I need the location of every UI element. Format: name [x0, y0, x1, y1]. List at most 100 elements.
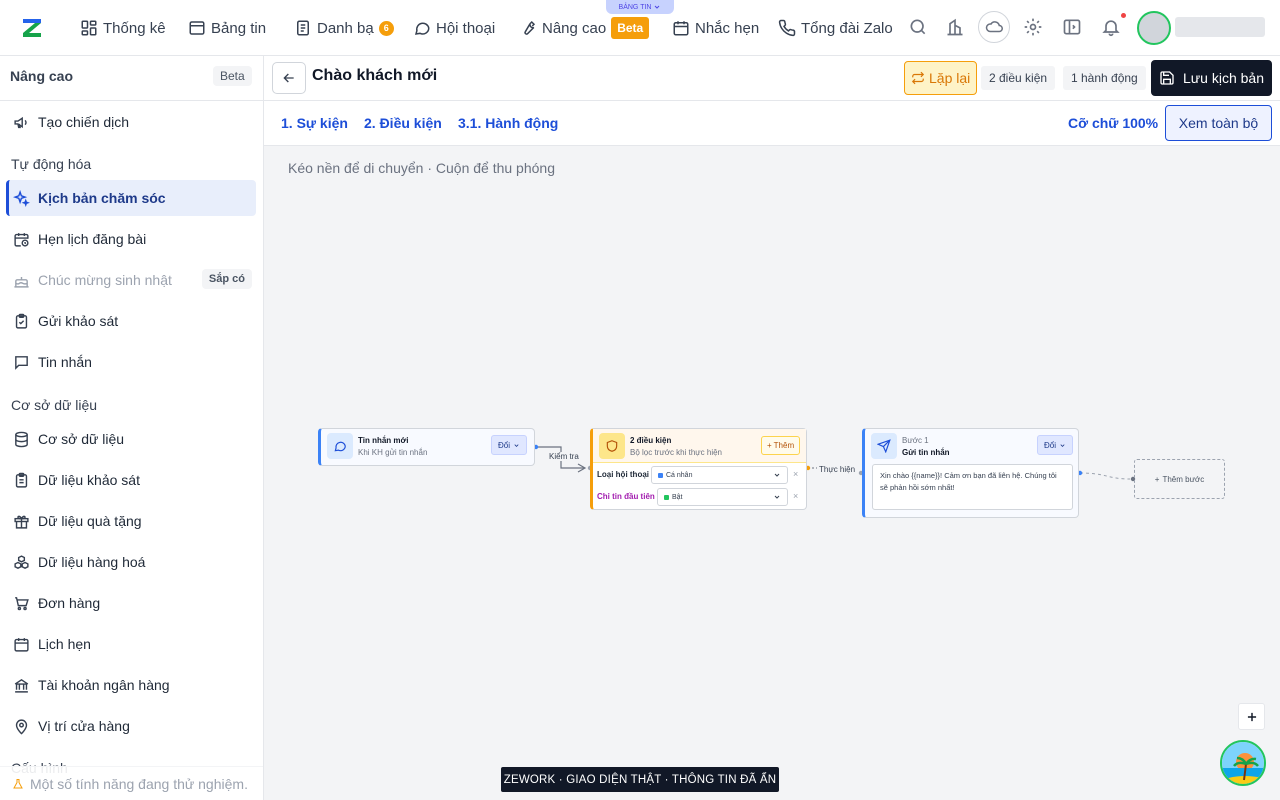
trigger-subtitle: Khi KH gửi tin nhắn — [358, 448, 428, 457]
sidebar-item-database[interactable]: Cơ sở dữ liệu — [6, 421, 256, 457]
top-nav: Thống kê Bảng tin Danh bạ 6 Hội thoại Nâ… — [0, 0, 1280, 56]
sidebar-item-label: Vị trí cửa hàng — [38, 718, 130, 734]
nav-advanced[interactable]: Nâng cao Beta — [519, 16, 650, 40]
plus-icon: + — [767, 441, 772, 450]
sidebar-item-orders[interactable]: Đơn hàng — [6, 585, 256, 621]
step-action-link[interactable]: 3.1. Hành động — [458, 115, 558, 131]
clipboard-icon — [15, 472, 28, 488]
condition-label: Chỉ tin đầu tiên — [597, 492, 655, 501]
sidebar-item-label: Tài khoản ngân hàng — [38, 677, 170, 693]
bell-icon[interactable] — [1101, 17, 1121, 37]
trigger-change-button[interactable]: Đổi — [491, 435, 528, 455]
remove-condition-icon[interactable]: × — [793, 469, 798, 479]
condition-label: Loại hội thoại — [597, 470, 649, 479]
sidebar-item-survey-data[interactable]: Dữ liệu khảo sát — [6, 462, 256, 498]
nav-advanced-label: Nâng cao — [542, 19, 607, 37]
font-size-control[interactable]: Cỡ chữ 100% — [1068, 115, 1158, 131]
actions-count-chip[interactable]: 1 hành động — [1063, 66, 1146, 90]
sidebar-item-send-survey[interactable]: Gửi khảo sát — [6, 303, 256, 339]
trigger-node-icon — [327, 433, 353, 459]
megaphone-icon — [14, 116, 27, 128]
add-condition-button[interactable]: + Thêm — [761, 436, 801, 455]
sidebar-item-messages[interactable]: Tin nhắn — [6, 344, 256, 380]
nav-reminders[interactable]: Nhắc hẹn — [672, 16, 759, 40]
sidebar-item-goods-data[interactable]: Dữ liệu hàng hoá — [6, 544, 256, 580]
sidebar-item-appointments[interactable]: Lịch hẹn — [6, 626, 256, 662]
conditions-title: 2 điều kiện — [630, 436, 672, 445]
sidebar-item-store-location[interactable]: Vị trí cửa hàng — [6, 708, 256, 744]
condition-row: Loại hội thoại Cá nhân × — [593, 465, 806, 485]
step-condition-link[interactable]: 2. Điều kiện — [364, 115, 442, 131]
edge-label-check: Kiểm tra — [547, 452, 581, 461]
sidebar-item-schedule-post[interactable]: Hẹn lịch đăng bài — [6, 221, 256, 257]
page-title: Chào khách mới — [312, 67, 438, 84]
sidebar-item-create-campaign[interactable]: Tạo chiến dịch — [6, 104, 256, 140]
value-color-dot — [658, 472, 663, 478]
conditions-node[interactable]: 2 điều kiện Bộ lọc trước khi thực hiện +… — [590, 428, 807, 510]
newsboard-toggle-pill[interactable]: BẢNG TIN — [606, 0, 674, 14]
panel-toggle-icon[interactable] — [1062, 17, 1082, 37]
condition-value-select[interactable]: Bật — [657, 488, 788, 506]
repeat-button[interactable]: Lặp lại — [904, 61, 978, 95]
nav-stats[interactable]: Thống kê — [80, 16, 166, 40]
cloud-sync-button[interactable] — [978, 11, 1010, 43]
shield-icon — [606, 440, 618, 452]
nav-zalo-call-center[interactable]: Tổng đài Zalo — [778, 16, 893, 40]
gear-icon[interactable] — [1023, 17, 1043, 37]
zoom-in-button[interactable] — [1238, 703, 1265, 730]
conditions-count-chip[interactable]: 2 điều kiện — [981, 66, 1056, 90]
condition-value-select[interactable]: Cá nhân — [651, 466, 788, 484]
zalo-logo-icon[interactable] — [20, 16, 44, 40]
nav-contacts-label: Danh bạ — [317, 19, 374, 37]
repeat-icon — [911, 71, 925, 85]
nav-newsboard[interactable]: Bảng tin — [188, 16, 266, 40]
sidebar-divider — [0, 100, 263, 101]
add-step-button[interactable]: + Thêm bước — [1134, 459, 1225, 499]
cake-icon — [14, 276, 29, 288]
section-database: Cơ sở dữ liệu — [11, 397, 98, 413]
clipboard-check-icon — [15, 313, 28, 329]
add-step-label: Thêm bước — [1162, 474, 1205, 484]
action-node-icon — [871, 433, 897, 459]
trigger-node[interactable]: Tin nhắn mới Khi KH gửi tin nhắn Đổi — [318, 428, 535, 466]
save-label: Lưu kịch bản — [1183, 70, 1264, 86]
flow-canvas[interactable]: Kéo nền để di chuyển · Cuộn để thu phóng… — [264, 146, 1280, 800]
save-scenario-button[interactable]: Lưu kịch bản — [1151, 60, 1272, 96]
user-name-placeholder[interactable] — [1175, 17, 1265, 37]
boxes-icon — [14, 554, 29, 569]
location-icon — [15, 718, 28, 735]
assistant-mascot-icon[interactable] — [1220, 740, 1266, 786]
nav-conversations[interactable]: Hội thoại — [413, 16, 495, 40]
nav-contacts[interactable]: Danh bạ 6 — [294, 16, 394, 40]
action-node[interactable]: Bước 1 Gửi tin nhắn Đổi Xin chào {{name}… — [862, 428, 1079, 518]
nav-conversations-label: Hội thoại — [436, 19, 496, 37]
action-change-button[interactable]: Đổi — [1037, 435, 1074, 455]
sidebar-item-label: Hẹn lịch đăng bài — [38, 231, 147, 247]
nav-zalo-call-center-label: Tổng đài Zalo — [801, 19, 893, 37]
chat-icon — [334, 441, 346, 452]
coming-soon-badge: Sắp có — [201, 269, 252, 289]
view-all-button[interactable]: Xem toàn bộ — [1165, 105, 1272, 141]
back-button[interactable] — [272, 62, 306, 94]
sidebar-item-bank-accounts[interactable]: Tài khoản ngân hàng — [6, 667, 256, 703]
sidebar: Nâng cao Beta Tạo chiến dịch Tự động hóa… — [0, 56, 264, 800]
sidebar-item-label: Đơn hàng — [38, 595, 101, 611]
action-step-number: Bước 1 — [902, 436, 929, 445]
search-icon[interactable] — [908, 17, 928, 37]
gift-icon — [14, 515, 29, 529]
step-event-link[interactable]: 1. Sự kiện — [281, 115, 348, 131]
demo-banner: ZEWORK · GIAO DIỆN THẬT · THÔNG TIN ĐÃ Ẩ… — [501, 767, 779, 792]
sidebar-item-label: Tạo chiến dịch — [38, 114, 130, 130]
conditions-subtitle: Bộ lọc trước khi thực hiện — [630, 448, 722, 457]
message-textarea[interactable]: Xin chào {{name}}! Cảm ơn bạn đã liên hệ… — [872, 464, 1073, 510]
sidebar-item-label: Dữ liệu khảo sát — [38, 472, 140, 488]
condition-value: Bật — [672, 493, 683, 501]
sidebar-item-gift-data[interactable]: Dữ liệu quà tặng — [6, 503, 256, 539]
notification-dot — [1121, 13, 1126, 18]
sidebar-item-care-scenario[interactable]: Kịch bản chăm sóc — [6, 180, 256, 216]
building-icon[interactable] — [945, 17, 965, 37]
condition-value: Cá nhân — [666, 471, 693, 479]
avatar[interactable] — [1137, 11, 1171, 45]
database-icon — [15, 431, 28, 447]
remove-condition-icon[interactable]: × — [793, 491, 798, 501]
